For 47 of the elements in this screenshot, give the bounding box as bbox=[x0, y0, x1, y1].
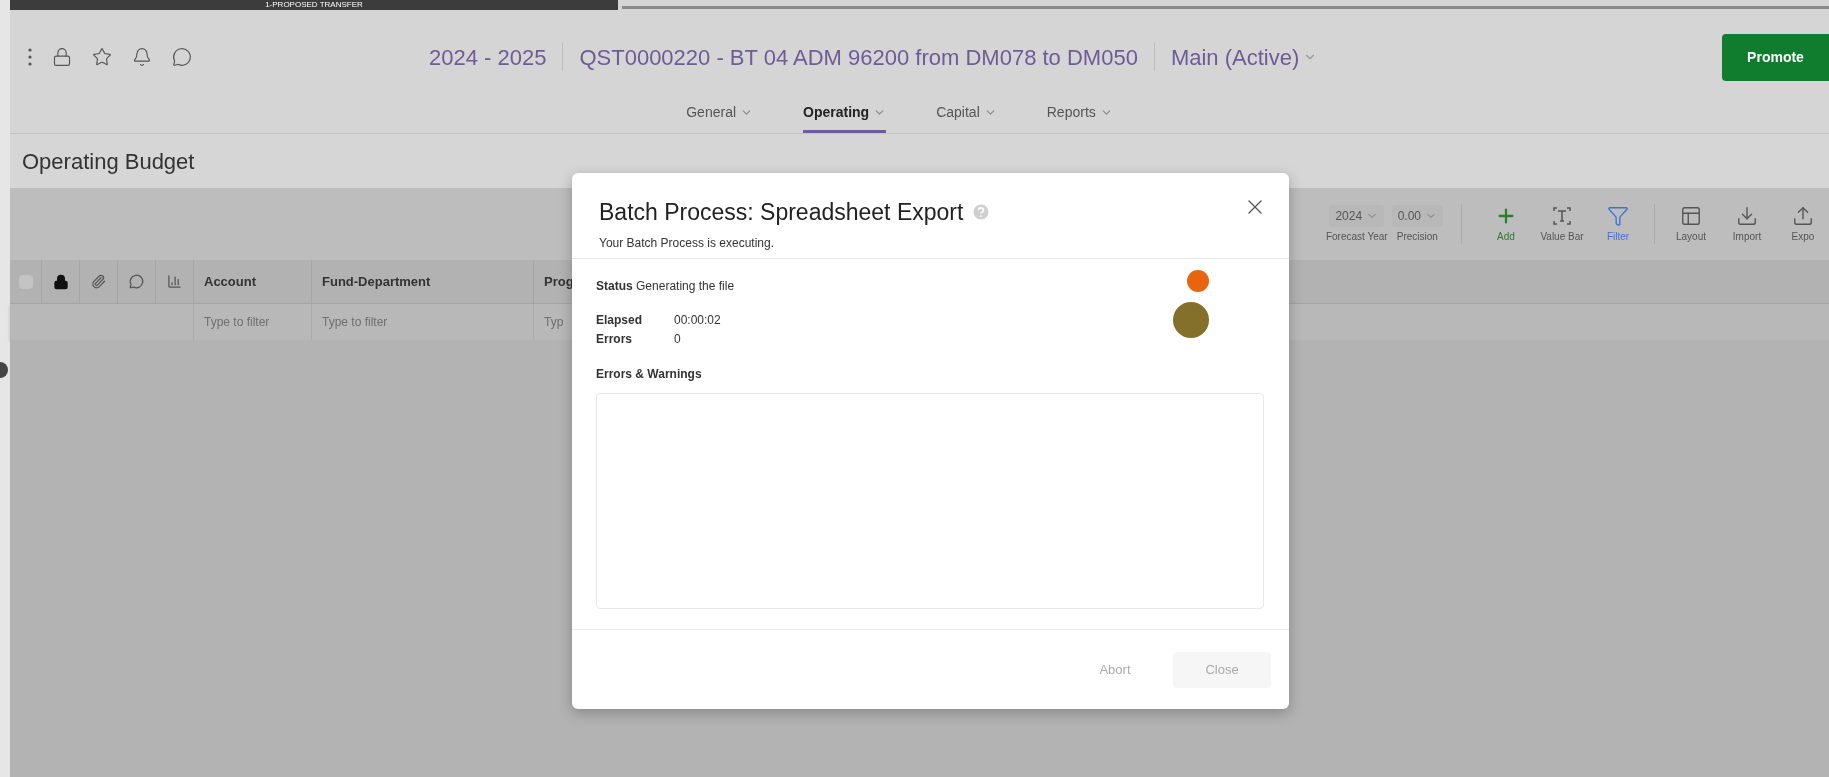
document-title: QST0000220 - BT 04 ADM 96200 from DM078 to DM050 bbox=[579, 43, 1138, 72]
toolbar-button[interactable]: Layout bbox=[1665, 204, 1717, 244]
star-icon[interactable] bbox=[92, 47, 112, 67]
nav-tab[interactable]: General bbox=[686, 94, 754, 133]
dialog-title: Batch Process: Spreadsheet Export bbox=[599, 198, 964, 227]
scenario-dropdown[interactable]: Main (Active) bbox=[1170, 40, 1318, 74]
nav-tab[interactable]: Capital bbox=[936, 94, 997, 133]
promote-button[interactable]: Promote bbox=[1722, 34, 1829, 81]
lock-icon bbox=[52, 273, 69, 290]
paperclip-icon bbox=[91, 274, 106, 289]
dialog-subtitle: Your Batch Process is executing. bbox=[599, 234, 775, 252]
more-icon[interactable] bbox=[28, 48, 32, 66]
text-bracket-icon bbox=[1551, 204, 1573, 227]
toolbar-dropdown[interactable]: 0.00 bbox=[1391, 204, 1443, 227]
field-label: Errors bbox=[596, 331, 634, 348]
toolbar-button[interactable]: Filter bbox=[1592, 204, 1644, 244]
comment-icon[interactable] bbox=[172, 47, 192, 67]
column-header[interactable]: Account bbox=[204, 271, 256, 292]
download-icon bbox=[1736, 204, 1758, 227]
column-filter-field[interactable]: Type to filter bbox=[322, 313, 533, 331]
log-label: Errors & Warnings bbox=[596, 366, 703, 383]
column-filter-field[interactable]: Type to filter bbox=[204, 313, 311, 331]
bell-icon[interactable] bbox=[132, 47, 152, 67]
field-value: 00:00:02 bbox=[674, 312, 722, 329]
toolbar-dropdown[interactable]: 2024 bbox=[1329, 204, 1385, 227]
nav-tab[interactable]: Reports bbox=[1046, 94, 1113, 133]
upload-icon bbox=[1792, 204, 1814, 227]
toolbar-button[interactable]: Expo bbox=[1777, 204, 1829, 244]
filter-icon bbox=[1607, 204, 1629, 227]
bar-chart-icon bbox=[167, 274, 182, 289]
status-text: Status Generating the file bbox=[596, 278, 736, 295]
dropdown-label: Forecast Year bbox=[1325, 229, 1388, 244]
progress-banner: 1-PROPOSED TRANSFER bbox=[10, 0, 618, 10]
comment-icon bbox=[129, 274, 144, 289]
dropdown-label: Precision bbox=[1396, 229, 1438, 244]
toolbar-button[interactable]: Add bbox=[1480, 204, 1532, 244]
layout-icon bbox=[1680, 204, 1702, 227]
spinner-drawing bbox=[1172, 268, 1212, 338]
column-filter-field[interactable]: Typ bbox=[544, 313, 593, 331]
field-value: 0 bbox=[674, 331, 682, 348]
fiscal-year: 2024 - 2025 bbox=[429, 43, 547, 72]
column-header[interactable]: Fund-Department bbox=[322, 271, 431, 292]
toolbar-button[interactable]: Import bbox=[1721, 204, 1773, 244]
field-label: Elapsed bbox=[596, 312, 644, 329]
toolbar-button[interactable]: Value Bar bbox=[1536, 204, 1588, 244]
page-title: Operating Budget bbox=[22, 147, 195, 176]
lock-icon[interactable] bbox=[52, 47, 72, 67]
